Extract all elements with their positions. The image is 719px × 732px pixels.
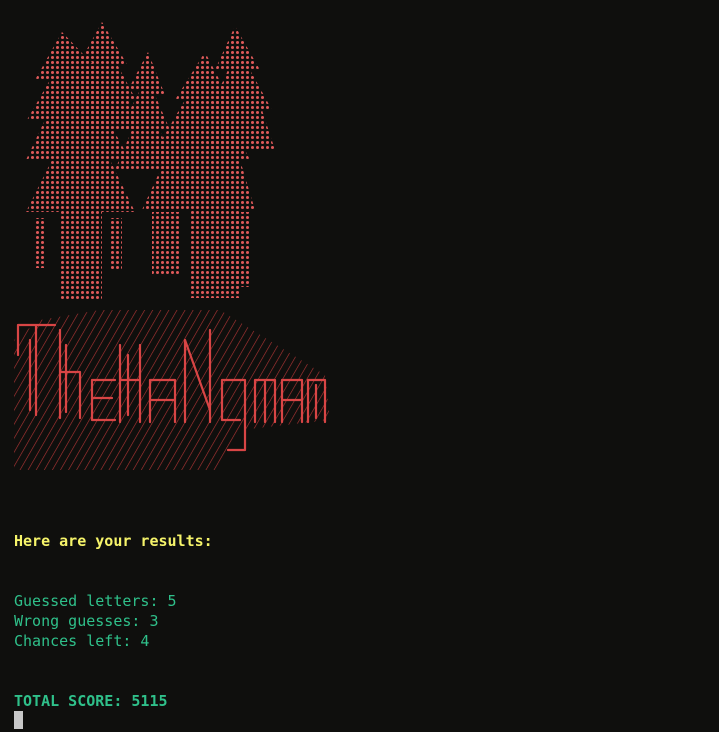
total-score: TOTAL SCORE: 5115 xyxy=(14,692,168,710)
guessed-letters-stat: Guessed letters: 5 xyxy=(14,592,177,610)
ascii-art-banner xyxy=(14,22,330,470)
wrong-guesses-stat: Wrong guesses: 3 xyxy=(14,612,159,630)
results-heading: Here are your results: xyxy=(14,532,213,550)
terminal-cursor-icon xyxy=(14,711,23,729)
forest-trees-icon xyxy=(26,22,275,300)
chances-left-stat: Chances left: 4 xyxy=(14,632,150,650)
hangman-title-icon xyxy=(14,310,330,470)
